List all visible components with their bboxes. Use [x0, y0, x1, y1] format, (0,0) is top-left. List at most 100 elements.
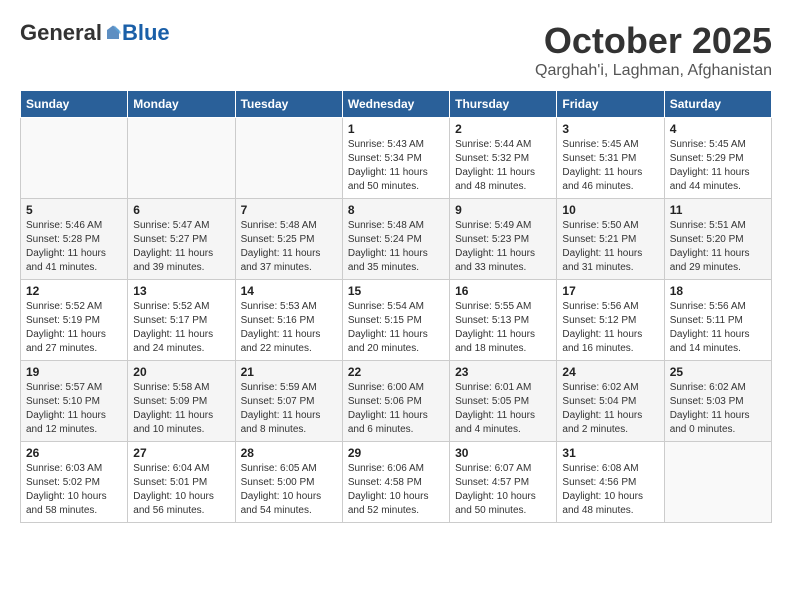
day-number: 16	[455, 284, 551, 298]
calendar-cell: 17 Sunrise: 5:56 AMSunset: 5:12 PMDayligh…	[557, 280, 664, 361]
day-number: 18	[670, 284, 766, 298]
calendar-cell: 13 Sunrise: 5:52 AMSunset: 5:17 PMDayligh…	[128, 280, 235, 361]
logo-blue-text: Blue	[122, 20, 170, 46]
calendar-cell: 21 Sunrise: 5:59 AMSunset: 5:07 PMDayligh…	[235, 361, 342, 442]
calendar-cell: 20 Sunrise: 5:58 AMSunset: 5:09 PMDayligh…	[128, 361, 235, 442]
day-number: 7	[241, 203, 337, 217]
calendar-cell: 26 Sunrise: 6:03 AMSunset: 5:02 PMDayligh…	[21, 442, 128, 523]
calendar-cell	[664, 442, 771, 523]
calendar-cell: 3Sunrise: 5:45 AMSunset: 5:31 PMDaylight…	[557, 118, 664, 199]
day-header-friday: Friday	[557, 91, 664, 118]
calendar-header: SundayMondayTuesdayWednesdayThursdayFrid…	[21, 91, 772, 118]
calendar-cell: 25Sunrise: 6:02 AMSunset: 5:03 PMDayligh…	[664, 361, 771, 442]
day-header-monday: Monday	[128, 91, 235, 118]
day-number: 8	[348, 203, 444, 217]
day-number: 31	[562, 446, 658, 460]
day-number: 1	[348, 122, 444, 136]
day-info: Sunrise: 6:07 AMSunset: 4:57 PMDaylight:…	[455, 462, 551, 518]
day-info: Sunrise: 5:49 AMSunset: 5:23 PMDaylight:…	[455, 219, 551, 275]
day-info: Sunrise: 5:53 AMSunset: 5:16 PMDaylight:…	[241, 300, 337, 356]
day-number: 26	[26, 446, 122, 460]
day-number: 20	[133, 365, 229, 379]
calendar-cell: 11 Sunrise: 5:51 AMSunset: 5:20 PMDayligh…	[664, 199, 771, 280]
calendar-cell: 18 Sunrise: 5:56 AMSunset: 5:11 PMDayligh…	[664, 280, 771, 361]
day-number: 3	[562, 122, 658, 136]
day-number: 10	[562, 203, 658, 217]
calendar-cell	[128, 118, 235, 199]
day-number: 6	[133, 203, 229, 217]
calendar-cell: 1 Sunrise: 5:43 AMSunset: 5:34 PMDaylight…	[342, 118, 449, 199]
calendar-table: SundayMondayTuesdayWednesdayThursdayFrid…	[20, 90, 772, 523]
calendar-week-4: 19 Sunrise: 5:57 AMSunset: 5:10 PMDayligh…	[21, 361, 772, 442]
day-number: 21	[241, 365, 337, 379]
calendar-cell	[235, 118, 342, 199]
day-number: 19	[26, 365, 122, 379]
calendar-cell: 29 Sunrise: 6:06 AMSunset: 4:58 PMDayligh…	[342, 442, 449, 523]
day-info: Sunrise: 5:46 AMSunset: 5:28 PMDaylight:…	[26, 219, 122, 275]
day-number: 28	[241, 446, 337, 460]
calendar-cell: 28 Sunrise: 6:05 AMSunset: 5:00 PMDayligh…	[235, 442, 342, 523]
calendar-cell: 5Sunrise: 5:46 AMSunset: 5:28 PMDaylight…	[21, 199, 128, 280]
logo-general-text: General	[20, 20, 102, 46]
calendar-body: 1 Sunrise: 5:43 AMSunset: 5:34 PMDaylight…	[21, 118, 772, 523]
day-info: Sunrise: 5:56 AMSunset: 5:11 PMDaylight:…	[670, 300, 766, 356]
day-info: Sunrise: 5:52 AMSunset: 5:19 PMDaylight:…	[26, 300, 122, 356]
calendar-cell: 19 Sunrise: 5:57 AMSunset: 5:10 PMDayligh…	[21, 361, 128, 442]
day-info: Sunrise: 6:02 AMSunset: 5:03 PMDaylight:…	[670, 381, 766, 437]
day-info: Sunrise: 6:06 AMSunset: 4:58 PMDaylight:…	[348, 462, 444, 518]
calendar-cell: 12 Sunrise: 5:52 AMSunset: 5:19 PMDayligh…	[21, 280, 128, 361]
calendar-cell: 30 Sunrise: 6:07 AMSunset: 4:57 PMDayligh…	[450, 442, 557, 523]
day-info: Sunrise: 5:43 AMSunset: 5:34 PMDaylight:…	[348, 138, 444, 194]
page-header: General Blue October 2025 Qarghah'i, Lag…	[20, 20, 772, 80]
day-number: 12	[26, 284, 122, 298]
calendar-cell: 14 Sunrise: 5:53 AMSunset: 5:16 PMDayligh…	[235, 280, 342, 361]
day-number: 29	[348, 446, 444, 460]
calendar-cell	[21, 118, 128, 199]
month-title: October 2025	[535, 20, 772, 62]
day-info: Sunrise: 5:59 AMSunset: 5:07 PMDaylight:…	[241, 381, 337, 437]
day-info: Sunrise: 6:00 AMSunset: 5:06 PMDaylight:…	[348, 381, 444, 437]
logo: General Blue	[20, 20, 170, 46]
day-header-sunday: Sunday	[21, 91, 128, 118]
day-info: Sunrise: 5:52 AMSunset: 5:17 PMDaylight:…	[133, 300, 229, 356]
calendar-week-1: 1 Sunrise: 5:43 AMSunset: 5:34 PMDaylight…	[21, 118, 772, 199]
day-number: 14	[241, 284, 337, 298]
calendar-week-5: 26 Sunrise: 6:03 AMSunset: 5:02 PMDayligh…	[21, 442, 772, 523]
calendar-cell: 22 Sunrise: 6:00 AMSunset: 5:06 PMDayligh…	[342, 361, 449, 442]
calendar-cell: 8 Sunrise: 5:48 AMSunset: 5:24 PMDaylight…	[342, 199, 449, 280]
day-number: 23	[455, 365, 551, 379]
calendar-cell: 7 Sunrise: 5:48 AMSunset: 5:25 PMDaylight…	[235, 199, 342, 280]
day-info: Sunrise: 5:47 AMSunset: 5:27 PMDaylight:…	[133, 219, 229, 275]
day-info: Sunrise: 5:50 AMSunset: 5:21 PMDaylight:…	[562, 219, 658, 275]
day-number: 30	[455, 446, 551, 460]
calendar-cell: 27 Sunrise: 6:04 AMSunset: 5:01 PMDayligh…	[128, 442, 235, 523]
day-info: Sunrise: 5:44 AMSunset: 5:32 PMDaylight:…	[455, 138, 551, 194]
day-info: Sunrise: 5:56 AMSunset: 5:12 PMDaylight:…	[562, 300, 658, 356]
day-info: Sunrise: 5:58 AMSunset: 5:09 PMDaylight:…	[133, 381, 229, 437]
day-number: 2	[455, 122, 551, 136]
day-info: Sunrise: 6:04 AMSunset: 5:01 PMDaylight:…	[133, 462, 229, 518]
calendar-cell: 23Sunrise: 6:01 AMSunset: 5:05 PMDayligh…	[450, 361, 557, 442]
day-header-thursday: Thursday	[450, 91, 557, 118]
day-number: 13	[133, 284, 229, 298]
day-info: Sunrise: 5:48 AMSunset: 5:24 PMDaylight:…	[348, 219, 444, 275]
day-info: Sunrise: 5:57 AMSunset: 5:10 PMDaylight:…	[26, 381, 122, 437]
title-block: October 2025 Qarghah'i, Laghman, Afghani…	[535, 20, 772, 80]
day-number: 11	[670, 203, 766, 217]
calendar-cell: 4Sunrise: 5:45 AMSunset: 5:29 PMDaylight…	[664, 118, 771, 199]
location-subtitle: Qarghah'i, Laghman, Afghanistan	[535, 62, 772, 80]
day-number: 17	[562, 284, 658, 298]
day-info: Sunrise: 6:05 AMSunset: 5:00 PMDaylight:…	[241, 462, 337, 518]
day-number: 27	[133, 446, 229, 460]
day-info: Sunrise: 6:03 AMSunset: 5:02 PMDaylight:…	[26, 462, 122, 518]
day-info: Sunrise: 5:51 AMSunset: 5:20 PMDaylight:…	[670, 219, 766, 275]
calendar-cell: 2 Sunrise: 5:44 AMSunset: 5:32 PMDaylight…	[450, 118, 557, 199]
calendar-cell: 24Sunrise: 6:02 AMSunset: 5:04 PMDayligh…	[557, 361, 664, 442]
day-number: 4	[670, 122, 766, 136]
calendar-cell: 31Sunrise: 6:08 AMSunset: 4:56 PMDayligh…	[557, 442, 664, 523]
day-number: 22	[348, 365, 444, 379]
logo-icon	[104, 24, 122, 42]
calendar-week-3: 12 Sunrise: 5:52 AMSunset: 5:19 PMDayligh…	[21, 280, 772, 361]
calendar-week-2: 5Sunrise: 5:46 AMSunset: 5:28 PMDaylight…	[21, 199, 772, 280]
day-info: Sunrise: 5:48 AMSunset: 5:25 PMDaylight:…	[241, 219, 337, 275]
